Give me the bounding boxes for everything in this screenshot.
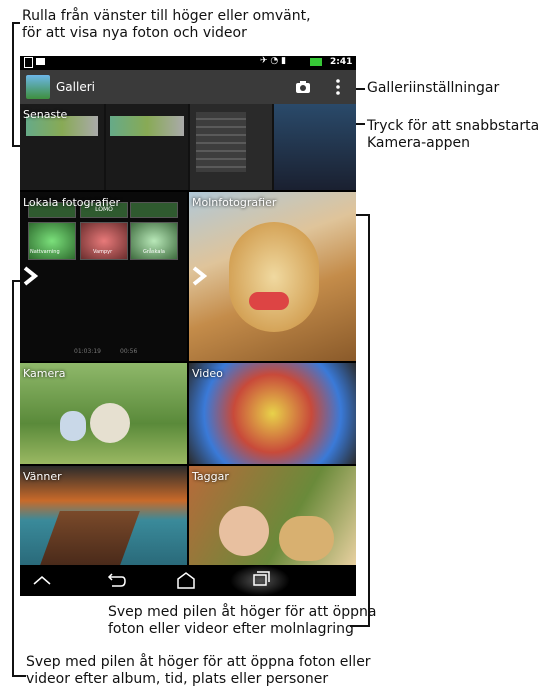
gallery-icon[interactable] (26, 75, 50, 99)
tile-cloud-photos[interactable]: Molnfotografier (189, 192, 356, 361)
tile-label-friends: Vänner (23, 470, 62, 483)
leader-line-scroll (12, 22, 14, 147)
tile-label-cloud: Molnfotografier (192, 196, 277, 209)
recent-thumb-3-image (196, 112, 246, 172)
dog-tongue (249, 292, 289, 310)
recent-thumb-2-image (110, 116, 184, 136)
chevron-right-icon (192, 266, 208, 286)
recent-thumb-4[interactable] (274, 104, 356, 190)
gallery-screen: ✈ ◔ ▮ 2:41 Galleri Senaste LOMO Nattvarn… (20, 56, 356, 596)
annotation-settings: Galleriinställningar (367, 80, 500, 96)
local-thumb-vampire-label: Vampyr (93, 249, 113, 255)
local-time-b: 00:56 (120, 348, 138, 355)
signal-icons: ✈ ◔ ▮ (260, 56, 287, 66)
file-icon (24, 57, 33, 68)
annotation-scroll: Rulla från vänster till höger eller omvä… (22, 8, 311, 41)
camera-button[interactable] (294, 78, 312, 96)
overflow-menu-icon (336, 79, 340, 95)
tile-local-photos[interactable]: LOMO Nattvarning Vampyr Gråskala 01:03:1… (20, 192, 187, 361)
cloud-expand-arrow[interactable] (191, 266, 208, 286)
dog-photo (229, 222, 319, 332)
action-bar: Galleri (20, 70, 356, 104)
friends-tile-pier (40, 511, 140, 565)
local-time-a: 01:03:19 (74, 348, 101, 355)
camera-tile-child (60, 411, 86, 441)
annotation-local: Svep med pilen åt höger för att öppna fo… (26, 654, 371, 687)
status-bar: ✈ ◔ ▮ 2:41 (20, 56, 356, 70)
tile-friends[interactable]: Vänner (20, 466, 187, 565)
status-time: 2:41 (330, 57, 353, 67)
battery-icon (310, 58, 322, 66)
back-icon (107, 573, 126, 587)
local-thumb-gray-label: Gråskala (143, 249, 165, 255)
annotation-camera: Tryck för att snabbstarta Kamera-appen (367, 118, 540, 151)
home-icon (177, 572, 195, 589)
local-thumb-b (130, 202, 178, 218)
tile-label-local: Lokala fotografier (23, 196, 120, 209)
leader-line-local-v (12, 280, 14, 677)
local-thumb-night-label: Nattvarning (30, 249, 60, 255)
local-thumb-vampire: Vampyr (80, 222, 128, 260)
tags-tile-dog (279, 516, 334, 561)
camera-tile-dog (90, 403, 130, 443)
recent-thumb-2[interactable] (106, 104, 188, 190)
tile-camera[interactable]: Kamera (20, 363, 187, 464)
leader-line-cloud-bottom (350, 625, 370, 627)
annotation-cloud: Svep med pilen åt höger för att öppna fo… (108, 604, 377, 637)
tile-label-tags: Taggar (192, 470, 229, 483)
navigation-bar (20, 565, 356, 596)
tile-recent[interactable]: Senaste (20, 104, 356, 190)
recent-apps-button[interactable] (230, 565, 290, 596)
leader-line-scroll-top (12, 22, 20, 24)
tags-tile-girl (219, 506, 269, 556)
leader-line-local-bottom (12, 675, 26, 677)
leader-line-cloud-v (368, 214, 370, 627)
home-button[interactable] (172, 569, 200, 591)
tile-tags[interactable]: Taggar (189, 466, 356, 565)
app-title: Galleri (56, 80, 95, 94)
settings-menu-button[interactable] (332, 78, 344, 96)
back-button[interactable] (102, 569, 130, 591)
camera-icon (296, 81, 310, 93)
tile-label-video: Video (192, 367, 223, 380)
tile-video[interactable]: Video (189, 363, 356, 464)
image-icon (36, 58, 45, 65)
chevron-right-icon (23, 266, 39, 286)
hide-nav-button[interactable] (28, 569, 56, 591)
local-thumb-gray: Gråskala (130, 222, 178, 260)
hide-nav-icon (33, 576, 51, 585)
recent-apps-icon (253, 571, 270, 586)
tile-label-recent: Senaste (23, 108, 68, 121)
recent-thumb-3[interactable] (190, 104, 272, 190)
local-expand-arrow[interactable] (22, 266, 39, 286)
tile-label-camera: Kamera (23, 367, 66, 380)
local-thumb-night: Nattvarning (28, 222, 76, 260)
